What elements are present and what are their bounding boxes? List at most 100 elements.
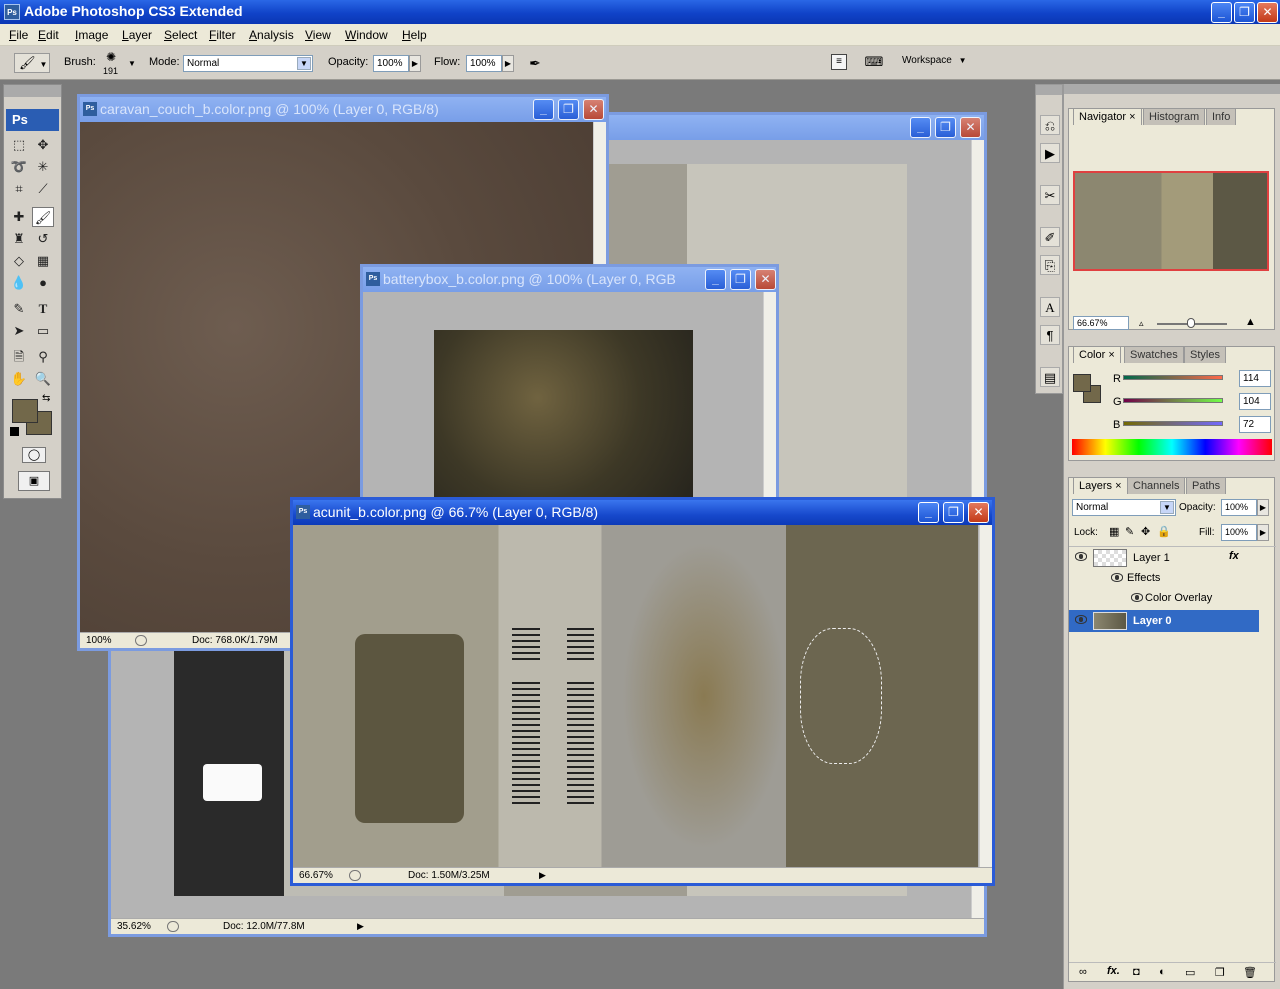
- workspace-menu[interactable]: Workspace ▼: [902, 55, 967, 73]
- swap-colors-icon[interactable]: ⇆: [42, 393, 50, 404]
- zoom-out-icon[interactable]: ▵: [1139, 318, 1144, 329]
- menu-layer[interactable]: Layer: [122, 28, 152, 42]
- visibility-eye-icon[interactable]: [1111, 573, 1123, 582]
- document-title-bar[interactable]: Ps caravan_couch_b.color.png @ 100% (Lay…: [80, 97, 606, 122]
- document-window-acunit[interactable]: Ps acunit_b.color.png @ 66.7% (Layer 0, …: [290, 497, 995, 886]
- close-button[interactable]: ✕: [968, 502, 989, 523]
- status-arrow-icon[interactable]: ▶: [357, 921, 364, 932]
- crop-tool-icon[interactable]: ⌗: [8, 179, 30, 199]
- opacity-slider-button[interactable]: ▶: [409, 55, 421, 72]
- close-button[interactable]: ✕: [960, 117, 981, 138]
- minimize-button[interactable]: _: [533, 99, 554, 120]
- toolbox-header[interactable]: [4, 85, 61, 97]
- fill-slider-button[interactable]: ▶: [1257, 524, 1269, 541]
- foreground-color-swatch[interactable]: [12, 399, 38, 423]
- lock-position-icon[interactable]: ✥: [1141, 525, 1150, 538]
- document-window-battery[interactable]: Ps batterybox_b.color.png @ 100% (Layer …: [360, 264, 779, 504]
- minimize-button[interactable]: _: [705, 269, 726, 290]
- document-canvas[interactable]: [434, 330, 693, 500]
- layer-row-layer-1[interactable]: Layer 1 fx: [1069, 546, 1276, 568]
- maximize-button[interactable]: ❐: [1234, 2, 1255, 23]
- maximize-button[interactable]: ❐: [558, 99, 579, 120]
- tab-channels[interactable]: Channels: [1127, 477, 1186, 494]
- status-menu-icon[interactable]: [349, 870, 361, 881]
- tab-histogram[interactable]: Histogram: [1143, 108, 1206, 125]
- layer-opacity-slider-button[interactable]: ▶: [1257, 499, 1269, 516]
- opacity-input[interactable]: 100%: [373, 55, 409, 72]
- palette-well-icon[interactable]: ≡: [831, 54, 847, 70]
- menu-file[interactable]: File: [9, 28, 28, 42]
- mode-select[interactable]: Normal ▼: [183, 55, 313, 72]
- paragraph-icon[interactable]: ¶: [1040, 325, 1060, 345]
- dock-header[interactable]: [1036, 85, 1062, 95]
- delete-layer-icon[interactable]: 🗑: [1243, 966, 1257, 979]
- new-layer-icon[interactable]: ❐: [1215, 966, 1225, 979]
- maximize-button[interactable]: ❐: [730, 269, 751, 290]
- flow-input[interactable]: 100%: [466, 55, 502, 72]
- close-button[interactable]: ✕: [755, 269, 776, 290]
- tab-color[interactable]: Color ×: [1073, 346, 1121, 363]
- history-icon[interactable]: ⎌: [1040, 115, 1060, 135]
- magic-wand-tool-icon[interactable]: ✳: [32, 157, 54, 177]
- vertical-scrollbar[interactable]: [979, 525, 992, 867]
- green-input[interactable]: 104: [1239, 393, 1271, 410]
- tab-styles[interactable]: Styles: [1184, 346, 1226, 363]
- add-mask-icon[interactable]: ◘: [1133, 966, 1140, 978]
- tab-layers[interactable]: Layers ×: [1073, 477, 1128, 494]
- flow-slider-button[interactable]: ▶: [502, 55, 514, 72]
- type-tool-icon[interactable]: T: [32, 299, 54, 319]
- zoom-level[interactable]: 100%: [86, 635, 112, 646]
- layer-comps-icon[interactable]: ▤: [1040, 367, 1060, 387]
- navigator-zoom-thumb[interactable]: [1187, 318, 1195, 328]
- minimize-button[interactable]: _: [918, 502, 939, 523]
- panel-column-header[interactable]: [1064, 84, 1280, 94]
- green-slider[interactable]: [1123, 398, 1223, 403]
- navigator-preview[interactable]: [1073, 171, 1269, 271]
- blend-mode-select[interactable]: Normal ▼: [1072, 499, 1176, 516]
- fill-input[interactable]: 100%: [1221, 524, 1257, 541]
- lock-transparency-icon[interactable]: ▦: [1109, 525, 1119, 538]
- new-group-icon[interactable]: ▭: [1185, 966, 1195, 979]
- actions-icon[interactable]: ▶: [1040, 143, 1060, 163]
- eyedropper-tool-icon[interactable]: ⚲: [32, 347, 54, 367]
- eraser-tool-icon[interactable]: ◇: [8, 251, 30, 271]
- tool-presets-icon[interactable]: ✂: [1040, 185, 1060, 205]
- clone-stamp-tool-icon[interactable]: ♜: [8, 229, 30, 249]
- hand-tool-icon[interactable]: ✋: [8, 369, 30, 389]
- document-title-bar[interactable]: Ps acunit_b.color.png @ 66.7% (Layer 0, …: [293, 500, 992, 525]
- minimize-button[interactable]: _: [910, 117, 931, 138]
- quick-mask-icon[interactable]: ◯: [22, 447, 46, 463]
- menu-select[interactable]: Select: [164, 28, 197, 42]
- menu-view[interactable]: View: [305, 28, 331, 42]
- zoom-in-icon[interactable]: ▲: [1245, 316, 1256, 328]
- layer-effects-icon[interactable]: fx: [1229, 550, 1239, 562]
- blue-input[interactable]: 72: [1239, 416, 1271, 433]
- status-menu-icon[interactable]: [135, 635, 147, 646]
- slice-tool-icon[interactable]: ⟋: [32, 179, 54, 199]
- vertical-scrollbar[interactable]: [763, 292, 776, 501]
- marquee-tool-icon[interactable]: ⬚: [8, 135, 30, 155]
- tab-navigator[interactable]: Navigator ×: [1073, 108, 1142, 125]
- status-menu-icon[interactable]: [167, 921, 179, 932]
- red-slider[interactable]: [1123, 375, 1223, 380]
- menu-window[interactable]: Window: [345, 28, 388, 42]
- layer-effects-row[interactable]: Effects: [1069, 568, 1276, 590]
- maximize-button[interactable]: ❐: [943, 502, 964, 523]
- minimize-button[interactable]: _: [1211, 2, 1232, 23]
- menu-edit[interactable]: Edit: [38, 28, 59, 42]
- menu-image[interactable]: Image: [75, 28, 108, 42]
- link-layers-icon[interactable]: ∞: [1079, 966, 1087, 978]
- color-spectrum-bar[interactable]: [1072, 439, 1272, 455]
- screen-mode-icon[interactable]: ▣: [18, 471, 50, 491]
- path-selection-tool-icon[interactable]: ➤: [8, 321, 30, 341]
- add-layer-style-icon[interactable]: fx.: [1107, 965, 1120, 977]
- close-button[interactable]: ✕: [583, 99, 604, 120]
- close-button[interactable]: ✕: [1257, 2, 1278, 23]
- shape-tool-icon[interactable]: ▭: [32, 321, 54, 341]
- status-arrow-icon[interactable]: ▶: [539, 870, 546, 881]
- tab-info[interactable]: Info: [1206, 108, 1237, 125]
- brush-tool-icon[interactable]: 🖌: [32, 207, 54, 227]
- layer-row-layer-0[interactable]: Layer 0: [1069, 610, 1259, 632]
- tool-preset-picker[interactable]: 🖌 ▼: [14, 53, 50, 73]
- clone-source-icon[interactable]: ⎘: [1040, 255, 1060, 275]
